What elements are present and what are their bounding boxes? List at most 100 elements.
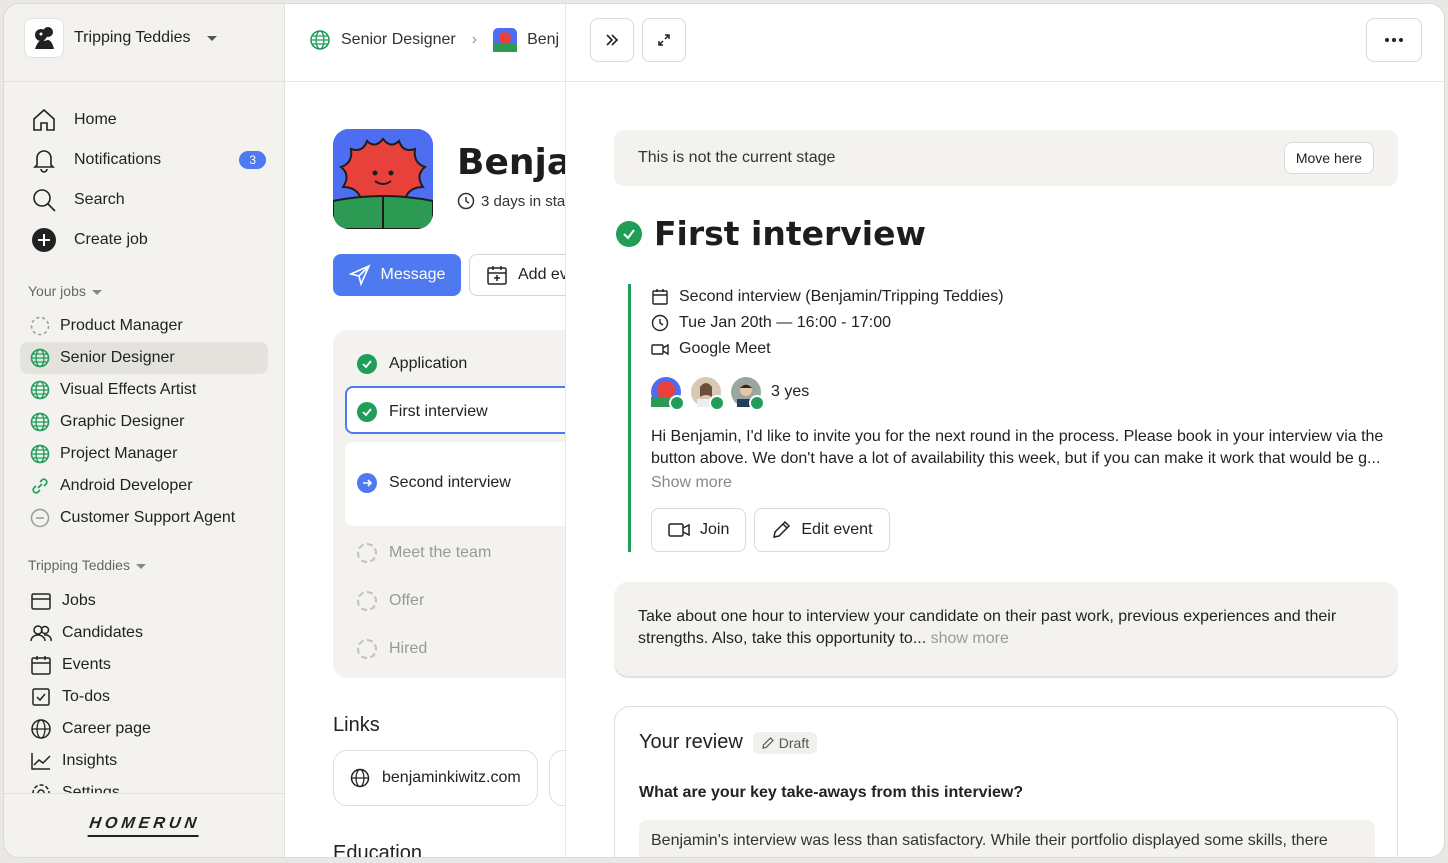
job-item[interactable]: Graphic Designer xyxy=(20,406,268,438)
attendee-avatar[interactable] xyxy=(731,377,765,411)
nav-label: Candidates xyxy=(62,624,143,641)
calendar-icon xyxy=(31,656,51,675)
breadcrumb-job[interactable]: Senior Designer xyxy=(341,31,456,49)
nav-label: Career page xyxy=(62,720,151,737)
link-icon xyxy=(32,478,48,494)
stage-item[interactable]: Hired xyxy=(357,639,427,659)
calendar-plus-icon xyxy=(487,266,507,285)
more-options-button[interactable] xyxy=(1366,18,1422,62)
check-badge-icon xyxy=(669,395,685,411)
stage-description: Take about one hour to interview your ca… xyxy=(614,582,1398,676)
stage-label: Meet the team xyxy=(389,544,492,561)
job-label: Visual Effects Artist xyxy=(60,381,197,398)
event-location-row: Google Meet xyxy=(651,336,1408,362)
days-in-stage: 3 days in stage xyxy=(457,192,565,210)
expand-button[interactable] xyxy=(642,18,686,62)
chevron-down-icon xyxy=(135,563,146,569)
nav-home[interactable]: Home xyxy=(30,100,266,140)
chevron-down-icon xyxy=(91,289,102,295)
double-chevron-right-icon xyxy=(606,34,619,46)
send-icon xyxy=(348,264,371,286)
org-section-toggle[interactable]: Tripping Teddies xyxy=(28,557,146,573)
edit-event-button[interactable]: Edit event xyxy=(754,508,890,552)
education-heading: Education xyxy=(333,842,422,857)
add-event-button[interactable]: Add event xyxy=(469,254,565,296)
review-answer-field[interactable]: Benjamin's interview was less than satis… xyxy=(639,820,1375,857)
nav-jobs[interactable]: Jobs xyxy=(30,585,151,617)
breadcrumb-candidate[interactable]: Benj xyxy=(527,31,559,49)
sidebar-footer: HOMERUN xyxy=(4,793,284,857)
nav-label: Jobs xyxy=(62,592,96,609)
attendee-avatar[interactable] xyxy=(691,377,725,411)
rsvp-count: 3 yes xyxy=(771,383,810,400)
checkbox-icon xyxy=(32,688,50,706)
add-event-label: Add event xyxy=(518,266,565,283)
job-label: Product Manager xyxy=(60,317,183,334)
arrow-right-circle-icon xyxy=(357,473,377,493)
video-icon xyxy=(668,523,690,537)
event-actions: Join Edit event xyxy=(651,508,1408,552)
job-item[interactable]: Customer Support Agent xyxy=(20,502,268,534)
candidate-avatar-icon xyxy=(493,28,518,52)
nav-career-page[interactable]: Career page xyxy=(30,713,151,745)
stage-label: First interview xyxy=(389,403,488,420)
job-item[interactable]: Project Manager xyxy=(20,438,268,470)
nav-label: Events xyxy=(62,656,111,673)
app-window: Tripping Teddies Home Notifications 3 Se… xyxy=(3,3,1445,858)
link-pill[interactable] xyxy=(549,750,565,806)
show-more-link[interactable]: Show more xyxy=(651,474,1408,492)
job-item[interactable]: Product Manager xyxy=(20,310,268,342)
collapse-panel-button[interactable] xyxy=(590,18,634,62)
show-more-link[interactable]: show more xyxy=(931,630,1009,647)
stage-label: Hired xyxy=(389,640,428,657)
message-button[interactable]: Message xyxy=(333,254,461,296)
stage-label: Second interview xyxy=(389,474,511,491)
sidebar: Tripping Teddies Home Notifications 3 Se… xyxy=(4,4,285,857)
globe-icon xyxy=(350,768,370,788)
stage-item[interactable]: Application xyxy=(357,354,467,374)
nav-candidates[interactable]: Candidates xyxy=(30,617,151,649)
home-icon xyxy=(30,106,58,134)
join-label: Join xyxy=(700,521,730,538)
notice-text: This is not the current stage xyxy=(638,149,836,166)
your-jobs-toggle[interactable]: Your jobs xyxy=(28,283,102,299)
attendee-avatar[interactable] xyxy=(651,377,685,411)
nav-events[interactable]: Events xyxy=(30,649,151,681)
review-card: Your review Draft What are your key take… xyxy=(614,706,1398,857)
globe-icon xyxy=(310,30,330,50)
job-item[interactable]: Android Developer xyxy=(20,470,268,502)
message-label: Message xyxy=(380,266,446,283)
bell-icon xyxy=(30,146,58,174)
job-item[interactable]: Visual Effects Artist xyxy=(20,374,268,406)
video-icon xyxy=(651,343,669,356)
attendees: 3 yes xyxy=(651,376,1408,411)
calendar-icon xyxy=(652,289,668,305)
candidate-avatar-image xyxy=(333,129,433,229)
event-title: Second interview (Benjamin/Tripping Tedd… xyxy=(679,288,1004,305)
job-item-active[interactable]: Senior Designer xyxy=(20,342,268,374)
link-pill[interactable]: benjaminkiwitz.com xyxy=(333,750,538,806)
stage-item-next[interactable]: Second interview xyxy=(357,473,511,493)
link-text: benjaminkiwitz.com xyxy=(382,769,521,786)
nav-insights[interactable]: Insights xyxy=(30,745,151,777)
expand-icon xyxy=(658,34,670,46)
stage-label: Application xyxy=(389,355,468,372)
empty-circle-icon xyxy=(357,591,377,611)
stage-item[interactable]: Meet the team xyxy=(357,543,491,563)
nav-create-job[interactable]: Create job xyxy=(30,220,266,260)
org-name: Tripping Teddies xyxy=(74,29,191,46)
org-switcher[interactable]: Tripping Teddies xyxy=(24,18,217,58)
stage-item[interactable]: Offer xyxy=(357,591,424,611)
empty-circle-icon xyxy=(357,543,377,563)
move-here-button[interactable]: Move here xyxy=(1283,142,1374,174)
stage-notice: This is not the current stage Move here xyxy=(614,130,1398,186)
check-badge-icon xyxy=(749,395,765,411)
stage-detail-panel: This is not the current stage Move here … xyxy=(565,4,1444,857)
jobs-list: Product Manager Senior Designer Visual E… xyxy=(20,310,268,534)
section-label: Your jobs xyxy=(28,283,86,299)
nav-todos[interactable]: To-dos xyxy=(30,681,151,713)
nav-search[interactable]: Search xyxy=(30,180,266,220)
join-button[interactable]: Join xyxy=(651,508,747,552)
stage-item-selected[interactable]: First interview xyxy=(357,402,488,422)
nav-notifications[interactable]: Notifications 3 xyxy=(30,140,266,180)
